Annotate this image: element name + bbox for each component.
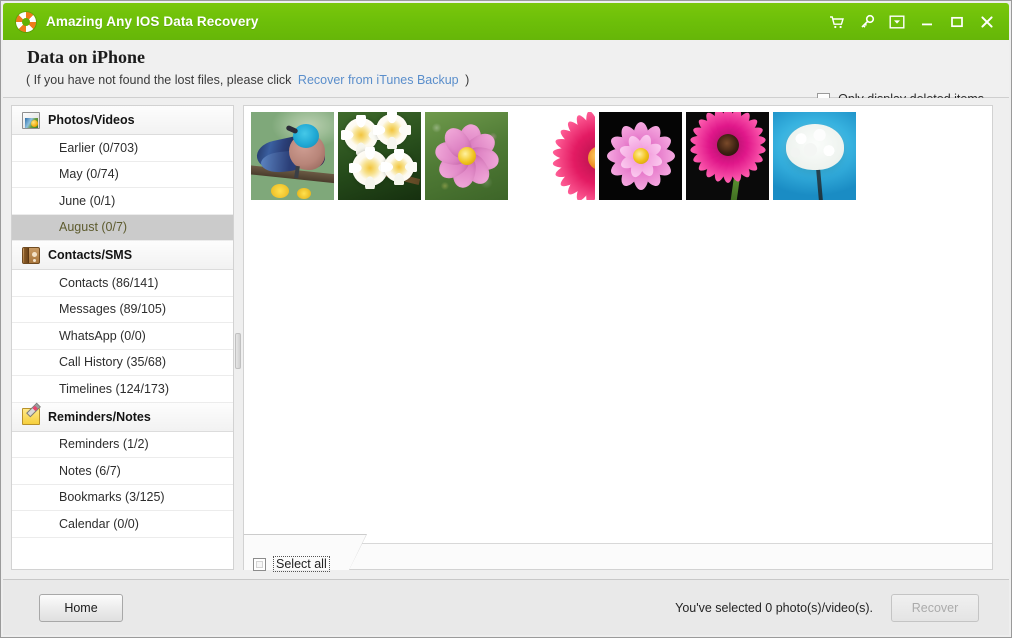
sidebar-group-reminders-notes[interactable]: Reminders/Notes: [12, 402, 233, 432]
sidebar-item-june[interactable]: June (0/1): [12, 188, 233, 215]
sidebar-item-label: June (0/1): [59, 193, 116, 208]
application-window: Amazing Any IOS Data Recovery Data on iP…: [0, 0, 1012, 638]
sidebar-item-whatsapp[interactable]: WhatsApp (0/0): [12, 323, 233, 350]
photo-preview: [686, 112, 769, 200]
window-controls: [828, 13, 1009, 31]
sidebar-item-may[interactable]: May (0/74): [12, 162, 233, 188]
page-title: Data on iPhone: [27, 47, 146, 67]
sidebar-item-label: Bookmarks (3/125): [59, 490, 165, 505]
thumbnail-crimson-gerbera[interactable]: [512, 112, 595, 200]
page-subtitle: ( If you have not found the lost files, …: [26, 73, 469, 87]
sidebar-item-call-history[interactable]: Call History (35/68): [12, 350, 233, 376]
sidebar-group-label: Contacts/SMS: [48, 248, 133, 262]
photo-preview: [425, 112, 508, 200]
home-button[interactable]: Home: [39, 593, 123, 622]
maximize-icon[interactable]: [948, 13, 966, 31]
photo-preview: [338, 112, 421, 200]
selection-status-text: You've selected 0 photo(s)/video(s).: [675, 600, 873, 615]
sidebar-group-photos-videos[interactable]: Photos/Videos: [12, 106, 233, 135]
sidebar: Photos/Videos Earlier (0/703) May (0/74)…: [11, 105, 234, 570]
footer-bar: Home You've selected 0 photo(s)/video(s)…: [3, 579, 1009, 635]
thumbnail-frangipani[interactable]: [338, 112, 421, 200]
sidebar-item-label: Call History (35/68): [59, 355, 166, 370]
lifebuoy-icon: [16, 11, 36, 32]
thumbnail-grid: [251, 112, 986, 200]
body-area: Photos/Videos Earlier (0/703) May (0/74)…: [3, 98, 1009, 579]
recover-from-itunes-backup-link[interactable]: Recover from iTunes Backup: [298, 73, 459, 87]
photo-preview: [251, 112, 334, 200]
sidebar-item-label: Earlier (0/703): [59, 140, 139, 155]
select-all-checkbox[interactable]: Select all: [253, 556, 330, 572]
close-icon[interactable]: [978, 13, 996, 31]
contacts-book-icon: [22, 246, 40, 264]
sidebar-item-contacts[interactable]: Contacts (86/141): [12, 270, 233, 297]
sidebar-item-label: Timelines (124/173): [59, 381, 170, 396]
sidebar-item-label: Contacts (86/141): [59, 275, 159, 290]
subtitle-prefix: ( If you have not found the lost files, …: [26, 73, 292, 87]
sidebar-item-messages[interactable]: Messages (89/105): [12, 297, 233, 323]
note-pencil-icon: [22, 408, 40, 425]
sidebar-item-label: WhatsApp (0/0): [59, 328, 146, 343]
subtitle-suffix: ): [465, 73, 470, 87]
sidebar-splitter-handle[interactable]: [235, 333, 241, 369]
sidebar-item-notes[interactable]: Notes (6/7): [12, 458, 233, 485]
app-title: Amazing Any IOS Data Recovery: [46, 14, 259, 29]
minimize-icon[interactable]: [918, 13, 936, 31]
photo-preview: [773, 112, 856, 200]
sidebar-item-calendar[interactable]: Calendar (0/0): [12, 511, 233, 538]
title-bar: Amazing Any IOS Data Recovery: [3, 3, 1009, 40]
cart-icon[interactable]: [828, 13, 846, 31]
sidebar-item-label: May (0/74): [59, 167, 119, 182]
sidebar-group-label: Reminders/Notes: [48, 409, 151, 424]
page-header: Data on iPhone ( If you have not found t…: [3, 40, 1009, 106]
content-panel: Select all: [243, 105, 993, 572]
thumbnail-white-carnation[interactable]: [773, 112, 856, 200]
sidebar-group-contacts-sms[interactable]: Contacts/SMS: [12, 241, 233, 270]
thumbnail-blue-bird[interactable]: [251, 112, 334, 200]
sidebar-item-label: Notes (6/7): [59, 463, 121, 478]
menu-box-icon[interactable]: [888, 13, 906, 31]
thumbnail-magenta-daisy[interactable]: [686, 112, 769, 200]
sidebar-group-label: Photos/Videos: [48, 113, 135, 127]
select-all-bar: Select all: [244, 534, 992, 572]
recover-button: Recover: [891, 593, 979, 622]
sidebar-item-reminders[interactable]: Reminders (1/2): [12, 432, 233, 458]
key-icon[interactable]: [858, 13, 876, 31]
sidebar-item-label: August (0/7): [59, 220, 128, 235]
sidebar-item-label: Reminders (1/2): [59, 437, 149, 452]
sidebar-item-label: Calendar (0/0): [59, 516, 139, 531]
sidebar-item-august[interactable]: August (0/7): [12, 214, 233, 241]
thumbnail-pink-dahlia[interactable]: [599, 112, 682, 200]
photo-preview: [512, 112, 595, 200]
photos-icon: [22, 111, 40, 129]
sidebar-item-timelines[interactable]: Timelines (124/173): [12, 376, 233, 403]
sidebar-item-label: Messages (89/105): [59, 302, 167, 317]
sidebar-item-earlier[interactable]: Earlier (0/703): [12, 135, 233, 162]
select-all-label: Select all: [273, 556, 330, 572]
sidebar-item-bookmarks[interactable]: Bookmarks (3/125): [12, 485, 233, 511]
photo-preview: [599, 112, 682, 200]
checkbox-box-icon: [253, 557, 266, 571]
thumbnail-pink-cosmos[interactable]: [425, 112, 508, 200]
